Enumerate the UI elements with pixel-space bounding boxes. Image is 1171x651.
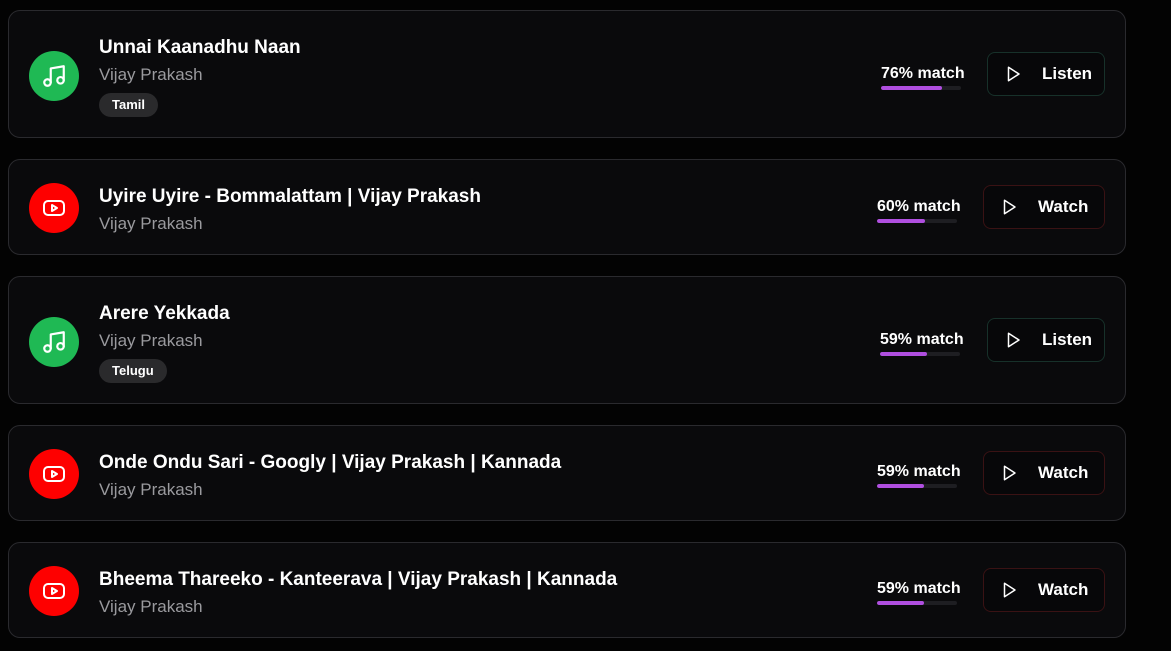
result-title: Bheema Thareeko - Kanteerava | Vijay Pra… bbox=[99, 569, 618, 590]
play-icon bbox=[1000, 198, 1018, 216]
listen-button-label: Listen bbox=[1042, 330, 1093, 349]
result-title: Arere Yekkada bbox=[99, 303, 230, 324]
result-artist: Vijay Prakash bbox=[99, 65, 203, 84]
match-score: 59% match bbox=[877, 463, 961, 488]
results-list: Unnai Kaanadhu Naan Vijay Prakash Tamil … bbox=[0, 0, 1171, 651]
match-bar-track bbox=[877, 219, 957, 223]
match-bar-track bbox=[877, 484, 957, 488]
watch-button[interactable]: Watch bbox=[983, 568, 1105, 612]
result-card[interactable]: Unnai Kaanadhu Naan Vijay Prakash Tamil … bbox=[8, 10, 1126, 138]
match-label: 59% match bbox=[877, 463, 961, 480]
listen-button[interactable]: Listen bbox=[987, 52, 1105, 96]
match-bar-fill bbox=[877, 219, 925, 223]
watch-button[interactable]: Watch bbox=[983, 451, 1105, 495]
result-artist: Vijay Prakash bbox=[99, 480, 203, 499]
watch-button-label: Watch bbox=[1038, 580, 1089, 599]
match-bar-fill bbox=[881, 86, 942, 90]
result-card[interactable]: Arere Yekkada Vijay Prakash Telugu 59% m… bbox=[8, 276, 1126, 404]
music-note-icon bbox=[29, 51, 79, 101]
youtube-icon bbox=[29, 449, 79, 499]
match-bar-fill bbox=[877, 484, 925, 488]
match-label: 76% match bbox=[881, 65, 965, 82]
play-icon bbox=[1004, 65, 1022, 83]
match-bar-track bbox=[881, 86, 961, 90]
music-note-icon bbox=[29, 317, 79, 367]
result-title: Uyire Uyire - Bommalattam | Vijay Prakas… bbox=[99, 186, 481, 207]
watch-button-label: Watch bbox=[1038, 197, 1089, 216]
youtube-icon bbox=[29, 183, 79, 233]
result-title: Onde Ondu Sari - Googly | Vijay Prakash … bbox=[99, 452, 562, 473]
match-score: 76% match bbox=[881, 65, 965, 90]
play-icon bbox=[1000, 464, 1018, 482]
watch-button[interactable]: Watch bbox=[983, 185, 1105, 229]
match-score: 59% match bbox=[880, 331, 964, 356]
listen-button[interactable]: Listen bbox=[987, 318, 1105, 362]
match-bar-track bbox=[880, 352, 960, 356]
result-artist: Vijay Prakash bbox=[99, 214, 203, 233]
match-label: 59% match bbox=[880, 331, 964, 348]
language-badge: Tamil bbox=[99, 93, 158, 117]
listen-button-label: Listen bbox=[1042, 64, 1093, 83]
play-icon bbox=[1000, 581, 1018, 599]
language-badge: Telugu bbox=[99, 359, 167, 383]
result-card[interactable]: Bheema Thareeko - Kanteerava | Vijay Pra… bbox=[8, 542, 1126, 638]
result-card[interactable]: Onde Ondu Sari - Googly | Vijay Prakash … bbox=[8, 425, 1126, 521]
match-label: 60% match bbox=[877, 198, 961, 215]
match-bar-fill bbox=[880, 352, 928, 356]
result-artist: Vijay Prakash bbox=[99, 597, 203, 616]
result-artist: Vijay Prakash bbox=[99, 331, 203, 350]
match-score: 60% match bbox=[877, 198, 961, 223]
match-bar-track bbox=[877, 601, 957, 605]
match-bar-fill bbox=[877, 601, 925, 605]
watch-button-label: Watch bbox=[1038, 463, 1089, 482]
result-title: Unnai Kaanadhu Naan bbox=[99, 37, 301, 58]
result-card[interactable]: Uyire Uyire - Bommalattam | Vijay Prakas… bbox=[8, 159, 1126, 255]
youtube-icon bbox=[29, 566, 79, 616]
match-score: 59% match bbox=[877, 580, 961, 605]
play-icon bbox=[1004, 331, 1022, 349]
match-label: 59% match bbox=[877, 580, 961, 597]
